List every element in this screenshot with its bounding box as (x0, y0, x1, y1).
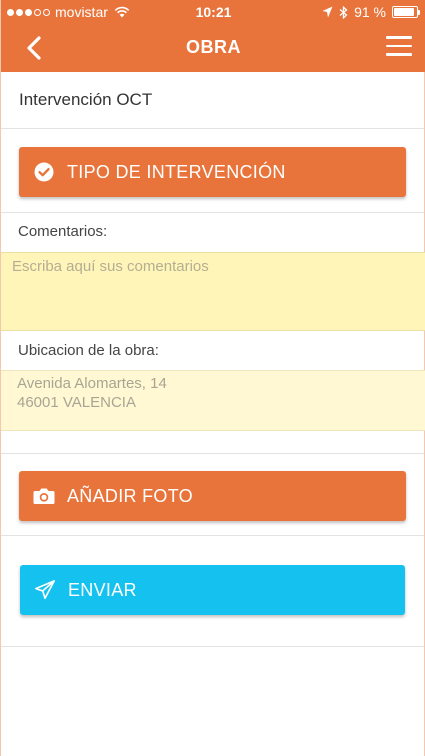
page-title: OBRA (186, 37, 241, 57)
comments-label: Comentarios: (18, 223, 108, 240)
divider (1, 212, 424, 213)
address-line-1: Avenida Alomartes, 14 (17, 375, 167, 392)
location-label: Ubicacion de la obra: (18, 342, 159, 359)
nav-bar: OBRA (1, 24, 425, 72)
tipo-intervencion-label: TIPO DE INTERVENCIÓN (67, 161, 286, 182)
app-screen: movistar 10:21 91 % OBRA Intervención OC… (0, 0, 425, 756)
check-circle-icon (33, 161, 55, 183)
comments-textarea[interactable] (1, 253, 425, 330)
status-right: 91 % (322, 4, 420, 20)
add-photo-label: AÑADIR FOTO (67, 485, 193, 506)
divider (1, 128, 424, 129)
battery-percent: 91 % (354, 4, 386, 20)
location-arrow-icon (322, 6, 333, 18)
add-photo-button[interactable]: AÑADIR FOTO (19, 471, 406, 521)
battery-fill (394, 8, 415, 16)
camera-icon (33, 485, 55, 507)
intervention-subtitle: Intervención OCT (19, 90, 153, 109)
battery-icon (392, 6, 420, 18)
status-bar: movistar 10:21 91 % (1, 0, 425, 24)
comments-field-box (1, 252, 425, 331)
address-line-2: 46001 VALENCIA (17, 394, 136, 411)
divider (1, 535, 424, 536)
tipo-intervencion-button[interactable]: TIPO DE INTERVENCIÓN (19, 147, 406, 197)
bluetooth-icon (339, 5, 348, 19)
paper-plane-icon (34, 579, 56, 601)
send-button[interactable]: ENVIAR (20, 565, 405, 615)
divider (1, 453, 424, 454)
divider (1, 646, 424, 647)
hamburger-menu-icon[interactable] (386, 36, 412, 58)
location-field[interactable]: Avenida Alomartes, 14 46001 VALENCIA (1, 370, 425, 431)
send-label: ENVIAR (68, 579, 137, 600)
